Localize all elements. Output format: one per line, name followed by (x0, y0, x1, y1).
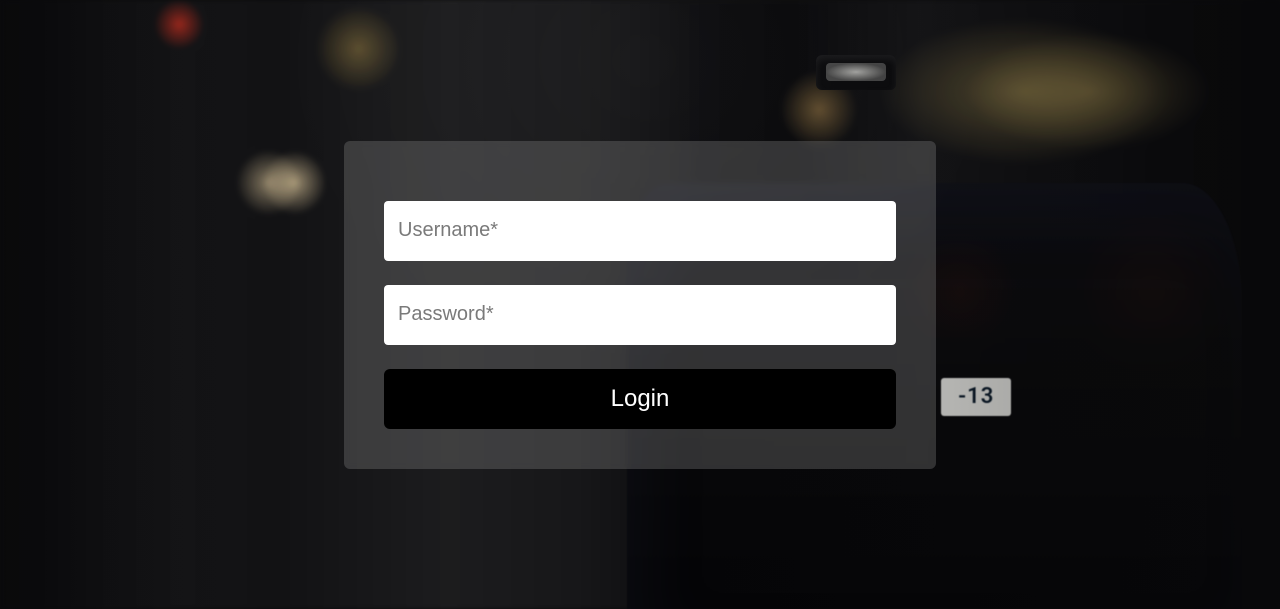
username-input[interactable] (384, 201, 896, 261)
password-input[interactable] (384, 285, 896, 345)
login-button[interactable]: Login (384, 369, 896, 429)
overlay: Login (0, 0, 1280, 609)
login-card: Login (344, 141, 936, 469)
